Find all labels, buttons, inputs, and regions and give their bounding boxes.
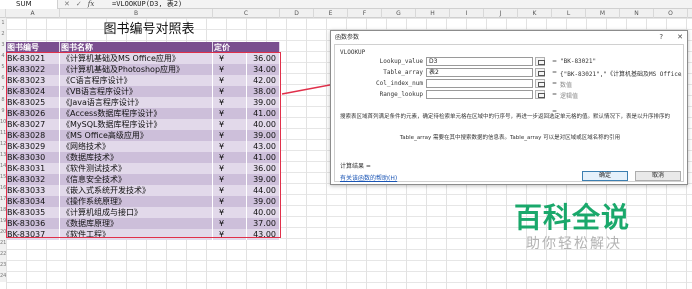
help-icon[interactable]: ? [659,33,663,41]
column-header-g[interactable]: G [382,9,416,18]
collapse-dialog-icon[interactable] [535,90,545,99]
watermark-brand: 百科全说 [514,201,631,234]
column-header-o[interactable]: O [654,9,688,18]
argument-description: Table_array 需要在其中搜索数据的信息表。Table_array 可以… [399,135,621,141]
equals-sign: = [552,80,558,87]
row-header[interactable]: 24 [0,271,6,282]
dialog-title: 函数参数 [335,34,360,41]
row-header[interactable]: 23 [0,260,6,271]
formula-input[interactable]: =VLOOKUP(D3, 表2) [108,0,182,9]
table-array-input[interactable]: 表2 [426,68,533,77]
insert-function-icon[interactable]: fx [88,0,95,8]
confirm-icon[interactable]: ✓ [76,0,82,8]
equals-sign: = [552,58,558,65]
column-header-b[interactable]: B [60,9,213,18]
collapse-dialog-icon[interactable] [535,57,545,66]
arg-row-range-lookup: Range_lookup = 逻辑值 [335,90,685,100]
calculation-result: 计算结果 = [340,163,371,170]
column-header-k[interactable]: K [518,9,552,18]
help-link[interactable]: 有关该函数的帮助(H) [340,173,397,182]
arg-label: Range_lookup [379,91,423,98]
arg-value: 数值 [560,82,573,89]
arg-row-lookup-value: Lookup_value D3 = "BK-83021" [335,57,685,67]
formula-bar: SUM ✕ ✓ fx =VLOOKUP(D3, 表2) [0,0,692,9]
arg-row-table-array: Table_array 表2 = {"BK-83021","《计算机基础及MS … [335,68,685,78]
cancel-button[interactable]: 取消 [635,171,681,181]
close-icon[interactable]: ✕ [677,33,683,41]
column-header-l[interactable]: L [552,9,586,18]
column-header-e[interactable]: E [314,9,348,18]
collapse-dialog-icon[interactable] [535,79,545,88]
collapse-dialog-icon[interactable] [535,68,545,77]
column-header-c[interactable]: C [213,9,280,18]
row-header[interactable]: 1 [0,18,6,29]
sheet-title: 图书编号对照表 [103,22,195,37]
function-name: VLOOKUP [340,49,366,56]
arguments-group: VLOOKUP Lookup_value D3 = "BK-83021" Tab… [334,44,684,182]
arg-label: Lookup_value [379,58,423,65]
equals-sign: = [552,91,558,98]
row-header[interactable]: 2 [0,29,6,40]
range-lookup-input[interactable] [426,90,533,99]
table-selection-border [6,52,281,238]
lookup-value-input[interactable]: D3 [426,57,533,66]
watermark-slogan: 助你轻松解决 [526,236,622,252]
column-header-m[interactable]: M [586,9,620,18]
arg-label: Col_index_num [376,80,423,87]
col-index-input[interactable] [426,79,533,88]
formula-bar-icons: ✕ ✓ fx [58,0,108,8]
column-header-j[interactable]: J [484,9,518,18]
equals-sign: = [552,69,558,76]
ok-button[interactable]: 确定 [582,171,628,181]
column-header-n[interactable]: N [620,9,654,18]
arg-value: {"BK-83021","《计算机基础及MS Office应 [560,71,682,78]
dialog-title-bar[interactable]: 函数参数 ? ✕ [331,31,687,42]
column-header-a[interactable]: A [6,9,60,18]
column-header-f[interactable]: F [348,9,382,18]
watermark-logo: 百科全说 助你轻松解决 [500,190,640,260]
function-arguments-dialog: 函数参数 ? ✕ VLOOKUP Lookup_value D3 = "BK-8… [330,30,688,185]
arg-row-col-index: Col_index_num = 数值 [335,79,685,89]
arg-value: "BK-83021" [560,58,597,65]
column-header-d[interactable]: D [280,9,314,18]
function-description: 搜索表区域首列满足条件的元素，确定待检索单元格在区域中的行序号，再进一步返回选定… [340,114,671,120]
cancel-icon[interactable]: ✕ [64,0,70,8]
arg-label: Table_array [383,69,423,76]
name-box[interactable]: SUM [0,0,58,9]
column-header-i[interactable]: I [450,9,484,18]
row-header[interactable]: 22 [0,249,6,260]
column-header-h[interactable]: H [416,9,450,18]
arg-value: 逻辑值 [560,93,579,100]
column-headers: ABCDEFGHIJKLMNO [0,9,692,18]
